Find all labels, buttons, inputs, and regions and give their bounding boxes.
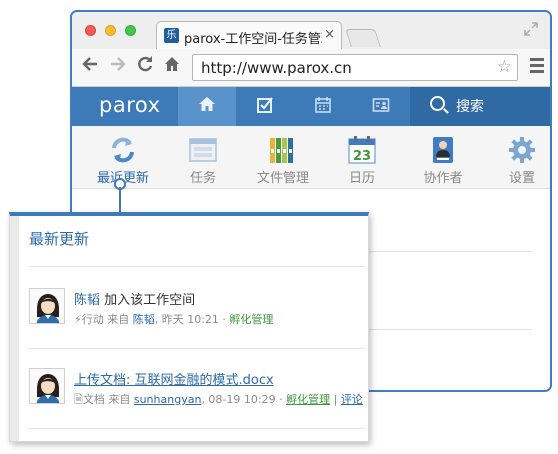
lightning-icon: ⚡ xyxy=(74,313,82,326)
refresh-arrows-icon xyxy=(108,135,138,165)
popover-edge xyxy=(10,216,19,441)
calendar-icon: 23 xyxy=(347,135,377,165)
popover-title: 最新更新 xyxy=(29,230,90,248)
url-text[interactable]: http://www.parox.cn xyxy=(201,59,352,77)
menu-icon[interactable] xyxy=(530,58,544,76)
home-icon xyxy=(178,96,236,117)
back-arrow-icon[interactable] xyxy=(80,55,100,78)
module-label: 设置 xyxy=(508,171,535,186)
search-icon xyxy=(430,96,445,111)
nav-tab-home[interactable] xyxy=(178,87,236,126)
feed-headline: 陈韬 加入该工作空间 xyxy=(74,289,195,308)
meta-user-link[interactable]: 陈韬 xyxy=(133,313,155,326)
meta-type: 行动 xyxy=(81,313,104,326)
feed-meta: 🗎文档 来自 sunhangyan, 08-19 10:29 · 孵化管理 | … xyxy=(74,391,363,410)
module-collaborators[interactable]: 协作者 xyxy=(408,126,478,189)
fullscreen-icon[interactable] xyxy=(524,22,538,36)
module-label: 日历 xyxy=(348,171,375,186)
task-window-icon xyxy=(188,135,218,165)
search-button[interactable]: 搜索 xyxy=(410,87,550,126)
module-label: 协作者 xyxy=(423,171,463,186)
app-header: parox 搜索 xyxy=(72,87,550,126)
gear-icon xyxy=(507,135,537,165)
nav-tab-contacts[interactable] xyxy=(352,87,410,126)
address-bar[interactable]: http://www.parox.cn ☆ xyxy=(192,54,518,81)
close-window-button[interactable] xyxy=(85,25,96,36)
feed-user-link[interactable]: 陈韬 xyxy=(74,293,100,308)
popover-divider xyxy=(29,348,365,349)
nav-tab-tasks[interactable] xyxy=(236,87,294,126)
module-files[interactable]: 文件管理 xyxy=(248,126,318,189)
feed-meta: ⚡行动 来自 陈韬, 昨天 10:21 · 孵化管理 xyxy=(74,311,273,327)
binders-icon xyxy=(268,135,298,165)
feed-item: 陈韬 加入该工作空间 ⚡行动 来自 陈韬, 昨天 10:21 · 孵化管理 xyxy=(29,288,365,346)
new-tab-button[interactable] xyxy=(345,29,381,47)
meta-user-link[interactable]: sunhangyan xyxy=(134,393,202,406)
screenshot-stage: 乐 parox-工作空间-任务管理 × http://www.parox.cn … xyxy=(0,0,558,454)
popover-divider xyxy=(29,266,365,267)
module-calendar[interactable]: 23 日历 xyxy=(327,126,397,189)
browser-toolbar: http://www.parox.cn ☆ xyxy=(72,49,550,87)
search-label: 搜索 xyxy=(456,99,484,115)
pointer-line xyxy=(119,187,121,213)
module-bar: 最近更新 任务 文件管理 23 日历 xyxy=(72,126,550,189)
document-icon: 🗎 xyxy=(74,393,83,406)
meta-separator: | xyxy=(333,393,338,406)
feed-action: 加入该工作空间 xyxy=(104,293,196,308)
meta-space-link[interactable]: 孵化管理 xyxy=(229,313,273,326)
recent-updates-popover: 最新更新 陈韬 加入该工作空间 ⚡行动 来自 陈韬, 昨天 10:21 · 孵化… xyxy=(9,212,369,442)
meta-time: , 昨天 10:21 · xyxy=(154,313,226,326)
module-tasks[interactable]: 任务 xyxy=(168,126,238,189)
browser-titlebar: 乐 parox-工作空间-任务管理 × xyxy=(72,12,550,49)
collaborator-badge-icon xyxy=(428,135,458,165)
feed-item: 上传文档: 互联网金融的模式.docx 🗎文档 来自 sunhangyan, 0… xyxy=(29,368,365,426)
star-icon[interactable]: ☆ xyxy=(497,57,512,77)
tab-close-icon[interactable]: × xyxy=(324,27,335,42)
home-icon[interactable] xyxy=(162,55,182,78)
minimize-window-button[interactable] xyxy=(105,25,116,36)
module-label: 文件管理 xyxy=(256,171,309,186)
calendar-day: 23 xyxy=(353,149,371,164)
checkbox-icon xyxy=(236,96,294,119)
nav-tab-calendar[interactable] xyxy=(294,87,352,126)
avatar[interactable] xyxy=(29,368,65,404)
calendar-icon xyxy=(294,96,352,119)
meta-from: 来自 xyxy=(108,393,131,406)
favicon-icon: 乐 xyxy=(164,28,179,43)
meta-time: , 08-19 10:29 · xyxy=(201,393,283,406)
maximize-window-button[interactable] xyxy=(125,25,136,36)
module-settings[interactable]: 设置 xyxy=(487,126,550,189)
comment-link[interactable]: 评论 xyxy=(341,393,363,406)
browser-tab[interactable]: 乐 parox-工作空间-任务管理 × xyxy=(156,21,342,49)
meta-from: 来自 xyxy=(107,313,130,326)
tab-title: parox-工作空间-任务管理 xyxy=(184,32,322,47)
meta-type: 文档 xyxy=(82,393,105,406)
brand-logo[interactable]: parox xyxy=(99,93,161,117)
contact-card-icon xyxy=(352,96,410,119)
popover-divider xyxy=(29,428,365,429)
forward-arrow-icon[interactable] xyxy=(108,55,128,78)
meta-space-link[interactable]: 孵化管理 xyxy=(286,393,330,406)
module-label: 任务 xyxy=(189,171,216,186)
reload-icon[interactable] xyxy=(135,55,155,78)
avatar[interactable] xyxy=(29,288,65,324)
feed-headline: 上传文档: 互联网金融的模式.docx xyxy=(74,369,274,388)
document-link[interactable]: 上传文档: 互联网金融的模式.docx xyxy=(74,373,274,388)
